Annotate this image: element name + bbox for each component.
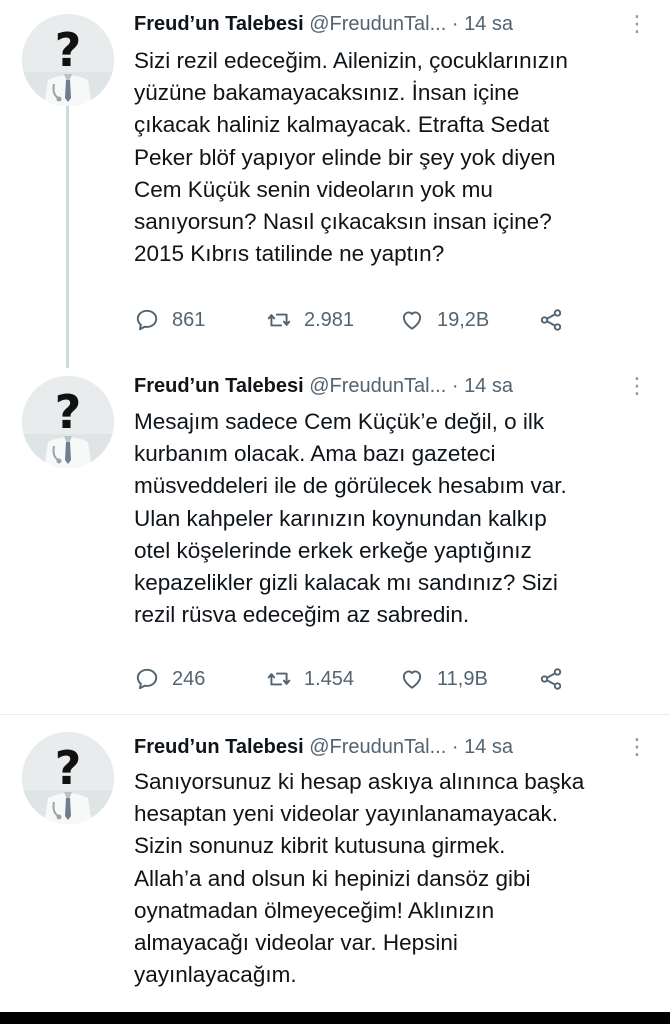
separator-dot: · [451, 375, 459, 397]
svg-text:?: ? [55, 23, 82, 77]
tweet-1[interactable]: ? Freud’un Talebesi @FreudunTal... · 14 … [0, 0, 670, 360]
reply-icon [136, 309, 158, 331]
question-mark-doctor-avatar: ? [22, 376, 114, 468]
tweet-text: Sizi rezil edeceğim. Ailenizin, çocuklar… [134, 48, 568, 267]
tweet-actions: 246 1.454 11,9B [134, 664, 604, 694]
reply-icon [136, 668, 158, 690]
share-icon [540, 668, 562, 690]
tweet-time[interactable]: 14 sa [464, 13, 513, 35]
tweet-actions: 861 2.981 19,2B [134, 305, 604, 335]
separator-dot: · [451, 13, 459, 35]
avatar[interactable]: ? [22, 376, 114, 468]
author-handle[interactable]: @FreudunTal... [309, 13, 446, 35]
share-button[interactable] [538, 305, 576, 335]
tweet-separator [0, 714, 670, 715]
question-mark-doctor-avatar: ? [22, 14, 114, 106]
retweet-button[interactable]: 1.454 [266, 664, 354, 694]
bottom-bar [0, 1012, 670, 1024]
retweet-icon [267, 672, 291, 686]
like-icon [402, 311, 422, 330]
tweet-time[interactable]: 14 sa [464, 375, 513, 397]
author-name[interactable]: Freud’un Talebesi [134, 736, 304, 758]
svg-text:?: ? [55, 385, 82, 439]
tweet-header: Freud’un Talebesi @FreudunTal... · 14 sa… [134, 731, 650, 763]
separator-dot: · [451, 736, 459, 758]
tweet-3[interactable]: ? Freud’un Talebesi @FreudunTal... · 14 … [0, 716, 670, 1012]
tweet-header: Freud’un Talebesi @FreudunTal... · 14 sa… [134, 8, 650, 40]
share-button[interactable] [538, 664, 576, 694]
like-icon [402, 670, 422, 689]
like-count: 19,2B [437, 309, 490, 331]
author-handle[interactable]: @FreudunTal... [309, 736, 446, 758]
author-name[interactable]: Freud’un Talebesi [134, 13, 304, 35]
reply-count: 246 [172, 668, 206, 690]
tweet-time[interactable]: 14 sa [464, 736, 513, 758]
reply-count: 861 [172, 309, 206, 331]
tweet-text: Sanıyorsunuz ki hesap askıya alınınca ba… [134, 769, 585, 988]
tweet-header: Freud’un Talebesi @FreudunTal... · 14 sa… [134, 370, 650, 402]
author-handle[interactable]: @FreudunTal... [309, 375, 446, 397]
like-button[interactable]: 19,2B [399, 305, 489, 335]
retweet-count: 1.454 [304, 668, 355, 690]
more-icon[interactable]: ⋮ [626, 731, 648, 763]
avatar[interactable]: ? [22, 14, 114, 106]
more-icon[interactable]: ⋮ [626, 8, 648, 40]
like-count: 11,9B [437, 668, 488, 690]
retweet-count: 2.981 [304, 309, 355, 331]
svg-text:?: ? [55, 741, 82, 795]
tweet-2[interactable]: ? Freud’un Talebesi @FreudunTal... · 14 … [0, 360, 670, 712]
avatar[interactable]: ? [22, 732, 114, 824]
retweet-icon [267, 313, 291, 327]
tweet-text: Mesajım sadece Cem Küçük’e değil, o ilk … [134, 409, 567, 628]
reply-button[interactable]: 861 [134, 305, 205, 335]
retweet-button[interactable]: 2.981 [266, 305, 354, 335]
reply-button[interactable]: 246 [134, 664, 205, 694]
like-button[interactable]: 11,9B [399, 664, 488, 694]
question-mark-doctor-avatar: ? [22, 732, 114, 824]
more-icon[interactable]: ⋮ [626, 370, 648, 402]
author-name[interactable]: Freud’un Talebesi [134, 375, 304, 397]
share-icon [540, 309, 562, 331]
